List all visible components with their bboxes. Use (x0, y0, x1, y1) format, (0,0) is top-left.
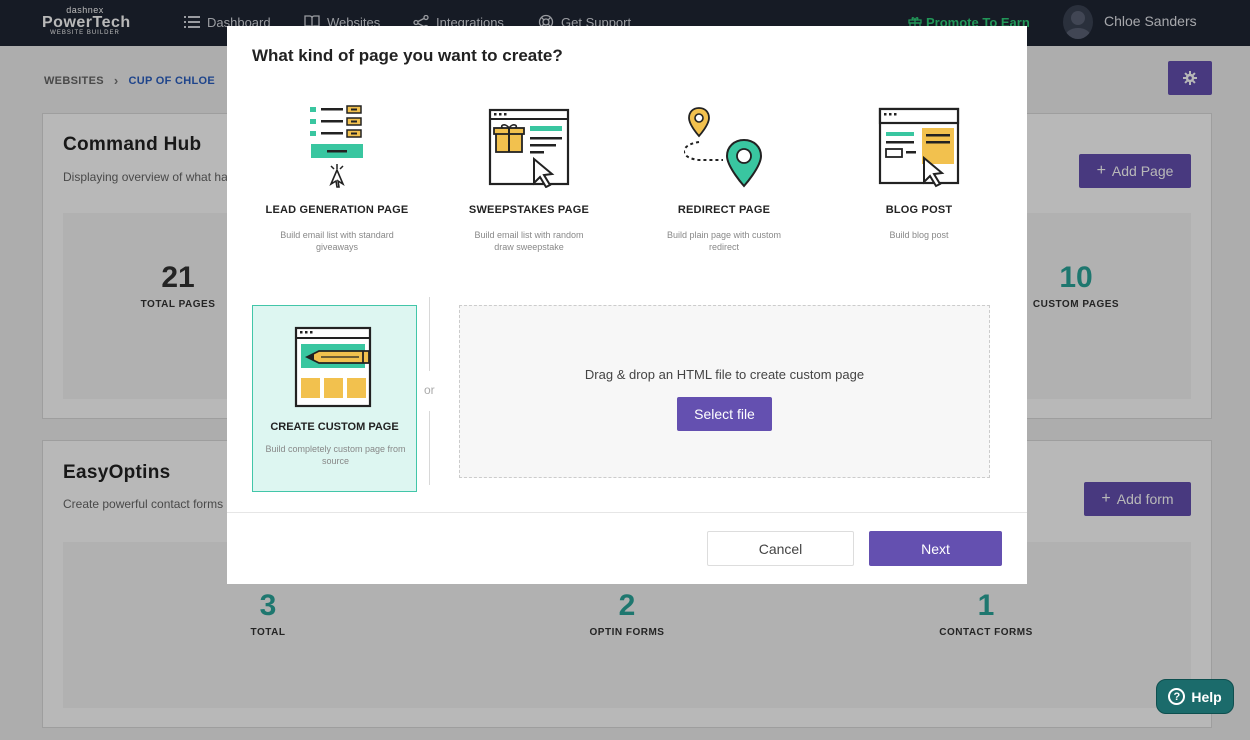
page-type-name: SWEEPSTAKES PAGE (468, 204, 590, 216)
sweepstakes-icon (488, 108, 570, 188)
page-type-name: BLOG POST (885, 204, 953, 216)
help-button[interactable]: ? Help (1156, 679, 1234, 714)
lead-generation-icon (310, 105, 363, 188)
page-type-redirect[interactable]: REDIRECT PAGE Build plain page with cust… (644, 104, 804, 253)
html-dropzone[interactable]: Drag & drop an HTML file to create custo… (459, 305, 990, 478)
page-type-lead-generation[interactable]: LEAD GENERATION PAGE Build email list wi… (257, 104, 417, 253)
blog-post-icon (878, 107, 960, 188)
page-type-name: REDIRECT PAGE (677, 204, 771, 216)
page-type-name: LEAD GENERATION PAGE (265, 204, 409, 216)
divider-bottom (429, 411, 430, 485)
page-type-desc: Build blog post (889, 230, 949, 240)
create-page-modal: What kind of page you want to create? LE… (227, 26, 1027, 584)
modal-footer-divider (227, 512, 1027, 513)
page-type-desc: Build email list with standard giveaways (280, 230, 394, 252)
page-type-desc: Build plain page with custom redirect (666, 230, 782, 252)
next-button[interactable]: Next (869, 531, 1002, 566)
help-label: Help (1191, 688, 1222, 705)
select-file-button[interactable]: Select file (677, 397, 772, 431)
page-type-desc: Build completely custom page from source (265, 444, 406, 466)
divider-top (429, 297, 430, 371)
page-type-sweepstakes[interactable]: SWEEPSTAKES PAGE Build email list with r… (449, 104, 609, 253)
page-type-desc: Build email list with random draw sweeps… (474, 230, 584, 252)
modal-title: What kind of page you want to create? (252, 46, 563, 65)
cancel-button[interactable]: Cancel (707, 531, 854, 566)
custom-page-icon (294, 326, 372, 408)
page-type-custom[interactable]: CREATE CUSTOM PAGE Build completely cust… (252, 305, 417, 492)
page-type-blog-post[interactable]: BLOG POST Build blog post (839, 104, 999, 241)
map-pin-icon (684, 107, 763, 188)
or-label: or (424, 383, 435, 397)
dropzone-text: Drag & drop an HTML file to create custo… (584, 367, 865, 382)
question-icon: ? (1168, 688, 1186, 705)
page-type-name: CREATE CUSTOM PAGE (270, 421, 399, 433)
